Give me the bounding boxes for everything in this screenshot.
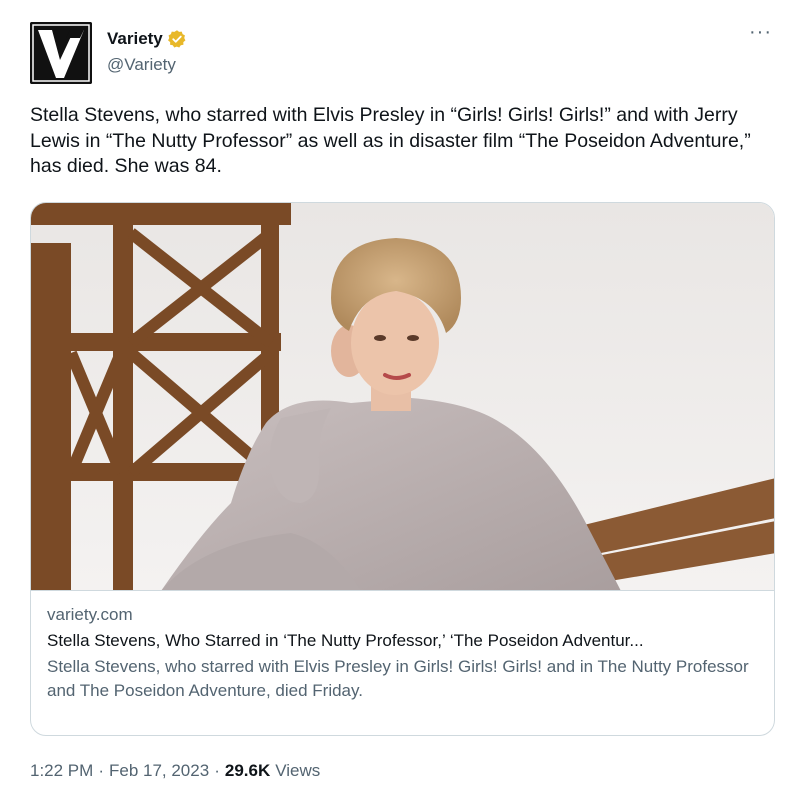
views-label[interactable]: Views — [275, 761, 320, 781]
variety-logo-icon — [30, 22, 92, 84]
article-photo-image — [31, 203, 774, 590]
article-photo[interactable] — [31, 203, 774, 591]
verified-badge-icon — [167, 29, 187, 49]
meta-separator: · — [214, 761, 220, 780]
tweet-text: Stella Stevens, who starred with Elvis P… — [30, 104, 751, 177]
link-preview-card[interactable]: variety.com Stella Stevens, Who Starred … — [30, 202, 775, 736]
card-domain: variety.com — [47, 605, 133, 624]
author-display-name[interactable]: Variety — [107, 29, 163, 49]
tweet-meta: 1:22 PM · Feb 17, 2023 · 29.6K Views — [30, 761, 320, 781]
author-name-row[interactable]: Variety — [107, 28, 187, 50]
meta-separator: · — [98, 761, 104, 780]
author-handle[interactable]: @Variety — [107, 55, 176, 75]
card-title: Stella Stevens, Who Starred in ‘The Nutt… — [47, 631, 644, 650]
tweet-container: Variety @Variety ··· Stella Stevens, who… — [0, 0, 800, 796]
avatar[interactable] — [30, 22, 92, 84]
card-description: Stella Stevens, who starred with Elvis P… — [47, 657, 749, 700]
card-body[interactable]: variety.com Stella Stevens, Who Starred … — [47, 603, 762, 703]
more-options-icon[interactable]: ··· — [749, 22, 772, 42]
views-count[interactable]: 29.6K — [225, 761, 270, 781]
tweet-time[interactable]: 1:22 PM — [30, 761, 93, 781]
tweet-date[interactable]: Feb 17, 2023 — [109, 761, 209, 781]
